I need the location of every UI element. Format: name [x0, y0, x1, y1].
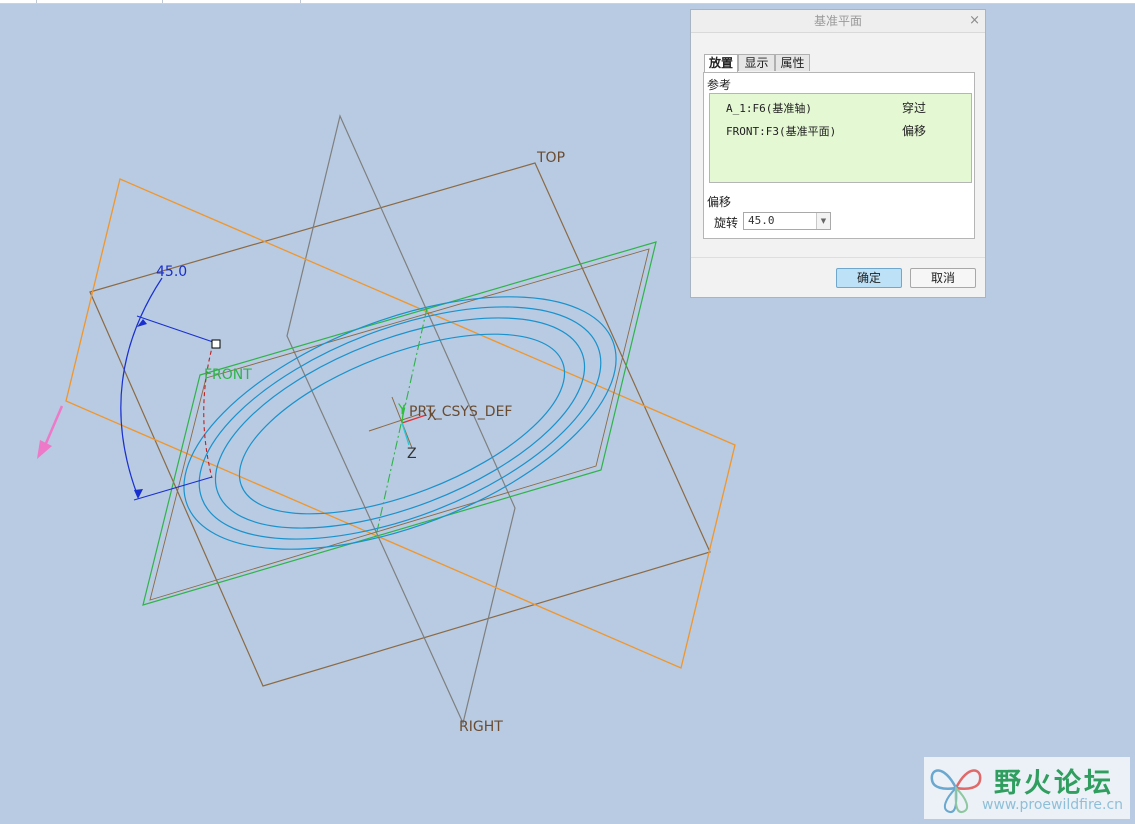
watermark-url: www.proewildfire.cn — [982, 797, 1124, 813]
datum-plane-dialog[interactable]: 基准平面 × 放置 显示 属性 参考 A_1:F6(基准轴) 穿过 FRONT:… — [690, 9, 986, 298]
close-icon[interactable]: × — [969, 10, 980, 32]
reference-constraint-dropdown[interactable]: 偏移 — [902, 122, 926, 139]
butterfly-logo-icon — [930, 769, 982, 813]
offset-group-label: 偏移 — [707, 195, 732, 209]
model-ellipse-edges[interactable] — [150, 245, 650, 601]
cancel-button[interactable]: 取消 — [910, 268, 976, 288]
csys-label[interactable]: PRT_CSYS_DEF — [409, 404, 512, 420]
front-datum-plane-inner — [149, 248, 650, 601]
tab-display[interactable]: 显示 — [738, 54, 775, 71]
csys-axis-y-label: Y — [397, 402, 407, 418]
dimension-value-label[interactable]: 45.0 — [156, 264, 187, 280]
references-label: 参考 — [707, 78, 732, 92]
list-item[interactable]: A_1:F6(基准轴) 穿过 — [710, 96, 971, 116]
top-datum-plane[interactable] — [89, 162, 711, 687]
front-plane-label[interactable]: FRONT — [204, 367, 252, 383]
chevron-down-icon[interactable]: ▼ — [816, 213, 830, 229]
rotation-label: 旋转 — [714, 216, 739, 230]
dialog-title-bar[interactable]: 基准平面 — [691, 10, 985, 33]
forum-watermark: 野火论坛 www.proewildfire.cn — [924, 757, 1130, 819]
placement-panel: 参考 A_1:F6(基准轴) 穿过 FRONT:F3(基准平面) 偏移 偏移 旋… — [703, 72, 975, 239]
front-datum-plane[interactable] — [142, 241, 657, 606]
tab-placement[interactable]: 放置 — [704, 54, 738, 72]
reference-name: FRONT:F3(基准平面) — [726, 125, 837, 138]
watermark-title: 野火论坛 — [994, 768, 1114, 799]
reference-name: A_1:F6(基准轴) — [726, 102, 812, 115]
dialog-divider — [691, 257, 985, 258]
csys-axis-z-label: Z — [407, 446, 417, 462]
right-plane-label[interactable]: RIGHT — [459, 719, 503, 735]
rotation-value[interactable]: 45.0 — [748, 214, 775, 227]
flip-direction-arrow[interactable] — [37, 405, 64, 459]
top-plane-label[interactable]: TOP — [536, 150, 565, 166]
reference-constraint-dropdown[interactable]: 穿过 — [902, 99, 926, 116]
rotation-value-combo[interactable]: 45.0 ▼ — [743, 212, 831, 230]
references-list[interactable]: A_1:F6(基准轴) 穿过 FRONT:F3(基准平面) 偏移 — [709, 93, 972, 183]
tab-properties[interactable]: 属性 — [775, 54, 810, 71]
rotation-drag-handle[interactable] — [211, 339, 221, 349]
list-item[interactable]: FRONT:F3(基准平面) 偏移 — [710, 119, 971, 139]
ok-button[interactable]: 确定 — [836, 268, 902, 288]
dialog-title: 基准平面 — [813, 14, 862, 28]
